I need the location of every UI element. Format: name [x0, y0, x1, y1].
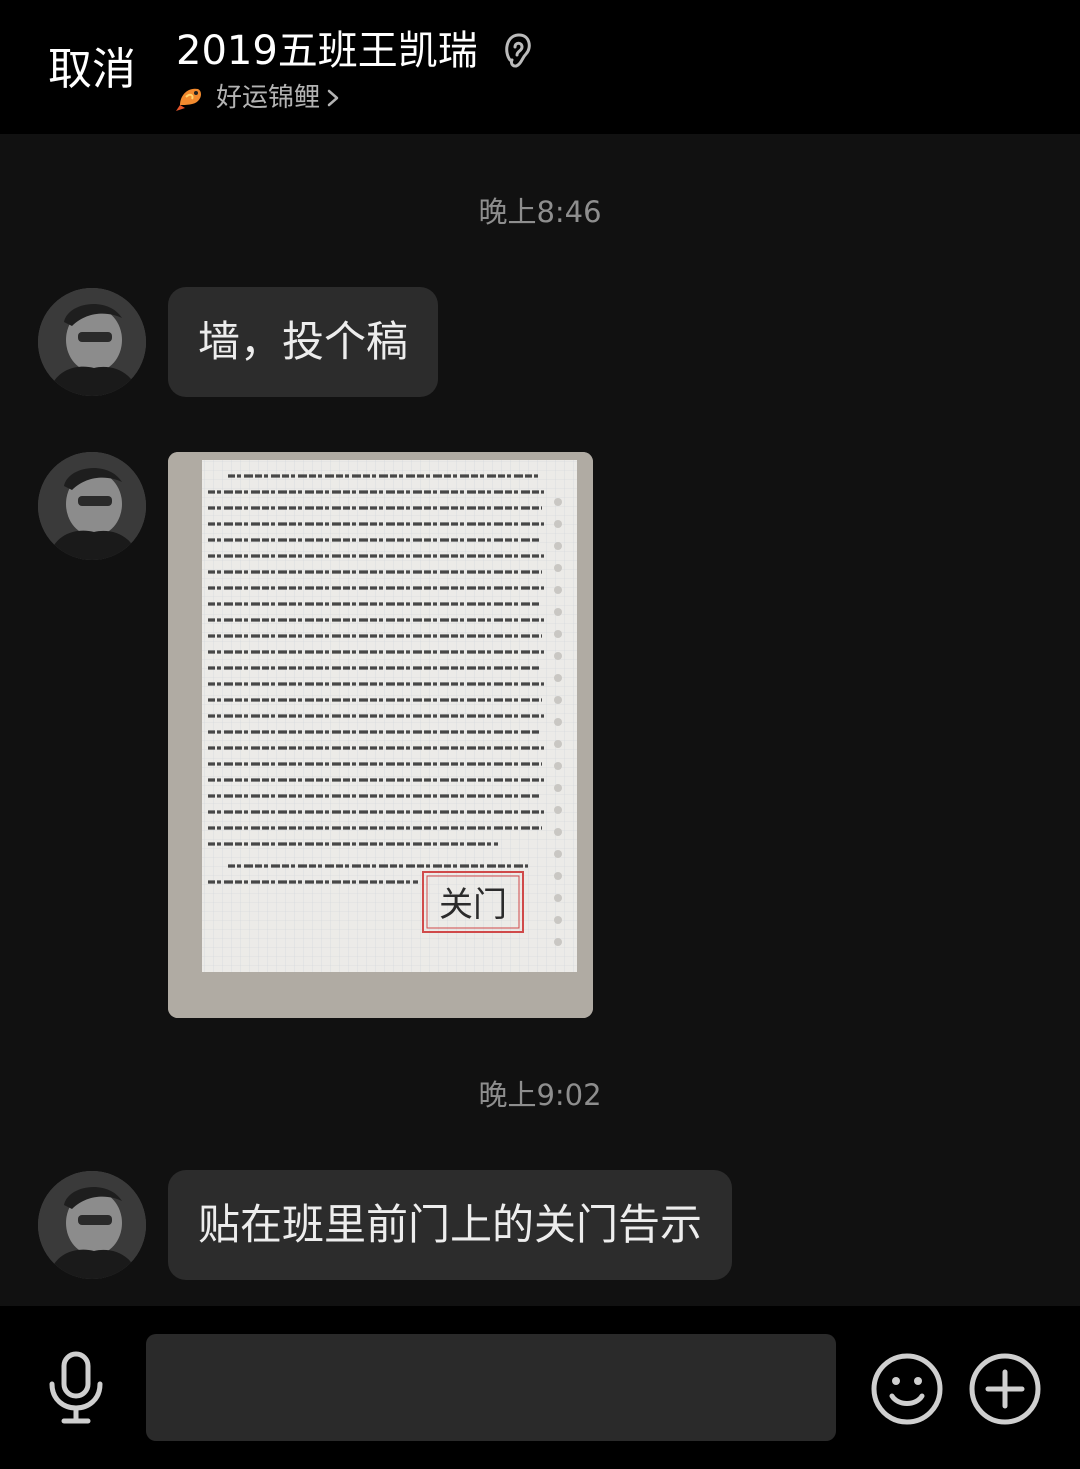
- chevron-right-icon: [327, 89, 339, 107]
- avatar[interactable]: [38, 288, 146, 396]
- status-label: 好运锦鲤: [216, 83, 321, 113]
- timestamp: 晚上9:02: [478, 1078, 602, 1112]
- note-stamp-text: 关门: [439, 885, 507, 925]
- status-row[interactable]: 好运锦鲤: [176, 80, 340, 116]
- plus-icon[interactable]: [968, 1352, 1042, 1426]
- ear-icon[interactable]: [500, 30, 536, 70]
- koi-fish-icon: [176, 88, 201, 111]
- cancel-button[interactable]: 取消: [48, 40, 136, 100]
- microphone-icon[interactable]: [44, 1350, 108, 1426]
- chat-header: 取消 2019五班王凯瑞 好运锦鲤: [0, 0, 1080, 134]
- message-bubble[interactable]: 贴在班里前门上的关门告示: [168, 1170, 733, 1280]
- message-list[interactable]: 晚上8:46 墙，投个稿 关门 晚上9:02 贴在班里前门上的关门告示: [0, 134, 1080, 1306]
- avatar[interactable]: [38, 1171, 146, 1279]
- avatar[interactable]: [38, 452, 146, 560]
- avatar-image: [38, 452, 146, 560]
- emoji-icon[interactable]: [870, 1352, 944, 1426]
- timestamp: 晚上8:46: [478, 195, 602, 229]
- avatar-image: [38, 288, 146, 396]
- message-bubble[interactable]: 墙，投个稿: [168, 287, 439, 397]
- chat-title[interactable]: 2019五班王凯瑞: [176, 24, 478, 78]
- image-message[interactable]: 关门: [168, 452, 593, 1018]
- message-input[interactable]: [146, 1334, 836, 1441]
- handwritten-note-photo: 关门: [168, 452, 593, 1018]
- avatar-image: [38, 1171, 146, 1279]
